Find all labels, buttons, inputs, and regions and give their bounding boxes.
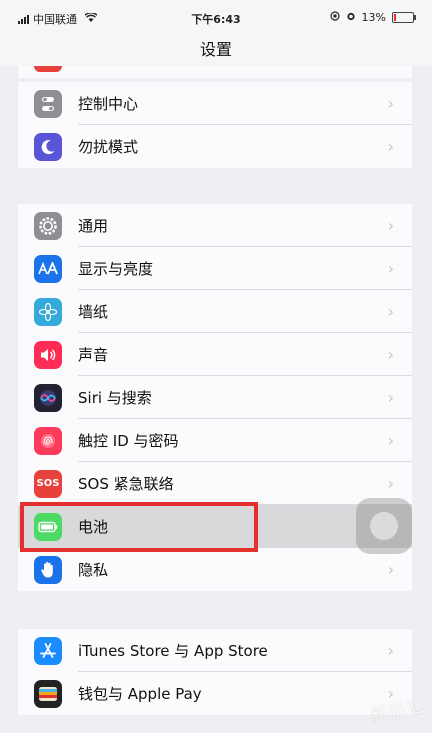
chevron-right-icon: › [387, 560, 394, 579]
settings-row-sounds[interactable]: 声音 › [18, 333, 412, 376]
battery-fill [394, 14, 396, 21]
battery-percent: 13% [361, 11, 386, 24]
assistive-touch-button[interactable] [356, 498, 412, 554]
speaker-icon [34, 340, 62, 369]
settings-row-privacy[interactable]: 隐私 › [18, 548, 412, 591]
settings-row-app-store[interactable]: iTunes Store 与 App Store › [18, 629, 412, 672]
settings-group-2: 通用 › 显示与亮度 › 墙纸 › 声音 › Siri 与搜索 › 触控 ID … [18, 204, 412, 591]
chevron-right-icon: › [387, 216, 394, 235]
settings-row-battery[interactable]: 电池 › [18, 505, 412, 548]
settings-row-touch-id[interactable]: 触控 ID 与密码 › [18, 419, 412, 462]
nav-bar: 设置 [0, 34, 432, 66]
fingerprint-icon [34, 426, 62, 455]
settings-row-display[interactable]: 显示与亮度 › [18, 247, 412, 290]
chevron-right-icon: › [387, 388, 394, 407]
flower-icon [34, 297, 62, 326]
status-bar: 中国联通 下午6:43 13% [0, 0, 432, 34]
settings-row-label: iTunes Store 与 App Store [78, 642, 268, 660]
chevron-right-icon: › [387, 345, 394, 364]
settings-row-wallet[interactable]: 钱包与 Apple Pay › [18, 672, 412, 715]
settings-row-sos[interactable]: SOS SOS 紧急联络 › [18, 462, 412, 505]
chevron-right-icon: › [387, 137, 394, 156]
settings-row-label: SOS 紧急联络 [78, 475, 174, 493]
settings-row-label: 钱包与 Apple Pay [78, 685, 202, 703]
chevron-right-icon: › [387, 431, 394, 450]
chevron-right-icon: › [387, 259, 394, 278]
chevron-right-icon: › [387, 641, 394, 660]
settings-row-label: 隐私 [78, 561, 109, 579]
siri-icon [34, 383, 62, 412]
battery-status-icon [392, 12, 416, 23]
chevron-right-icon: › [387, 474, 394, 493]
page-title: 设置 [199, 40, 232, 59]
settings-group-1: 控制中心 › 勿扰模式 › [18, 82, 412, 168]
chevron-right-icon: › [387, 302, 394, 321]
orientation-lock-icon [329, 11, 340, 24]
wallet-icon [34, 679, 62, 708]
settings-row-label: 通用 [78, 217, 109, 235]
settings-row-label: 控制中心 [78, 95, 139, 113]
settings-group-3: iTunes Store 与 App Store › 钱包与 Apple Pay… [18, 629, 412, 715]
settings-row-general[interactable]: 通用 › [18, 204, 412, 247]
moon-icon [34, 132, 62, 161]
settings-screen: 中国联通 下午6:43 13% 设置 控制中心 › 勿扰模式 › 通用 › 显示… [0, 0, 432, 733]
previous-row-partial [18, 66, 412, 78]
partial-icon [34, 66, 62, 72]
battery-icon [34, 512, 62, 541]
hand-icon [34, 555, 62, 584]
settings-row-label: Siri 与搜索 [78, 389, 152, 407]
app-store-icon [34, 636, 62, 665]
sos-icon-text: SOS [36, 478, 60, 489]
settings-row-label: 勿扰模式 [78, 138, 139, 156]
settings-row-wallpaper[interactable]: 墙纸 › [18, 290, 412, 333]
settings-row-label: 显示与亮度 [78, 260, 154, 278]
gear-icon [34, 211, 62, 240]
settings-row-siri[interactable]: Siri 与搜索 › [18, 376, 412, 419]
settings-row-label: 触控 ID 与密码 [78, 432, 179, 450]
chevron-right-icon: › [387, 94, 394, 113]
settings-row-control-center[interactable]: 控制中心 › [18, 82, 412, 125]
settings-row-do-not-disturb[interactable]: 勿扰模式 › [18, 125, 412, 168]
settings-row-label: 墙纸 [78, 303, 109, 321]
settings-row-label: 电池 [78, 518, 109, 536]
status-right: 13% [329, 11, 416, 24]
control-center-icon [34, 89, 62, 118]
settings-row-label: 声音 [78, 346, 109, 364]
sos-icon: SOS [34, 469, 62, 498]
aa-icon [34, 254, 62, 283]
alarm-icon [346, 11, 356, 24]
